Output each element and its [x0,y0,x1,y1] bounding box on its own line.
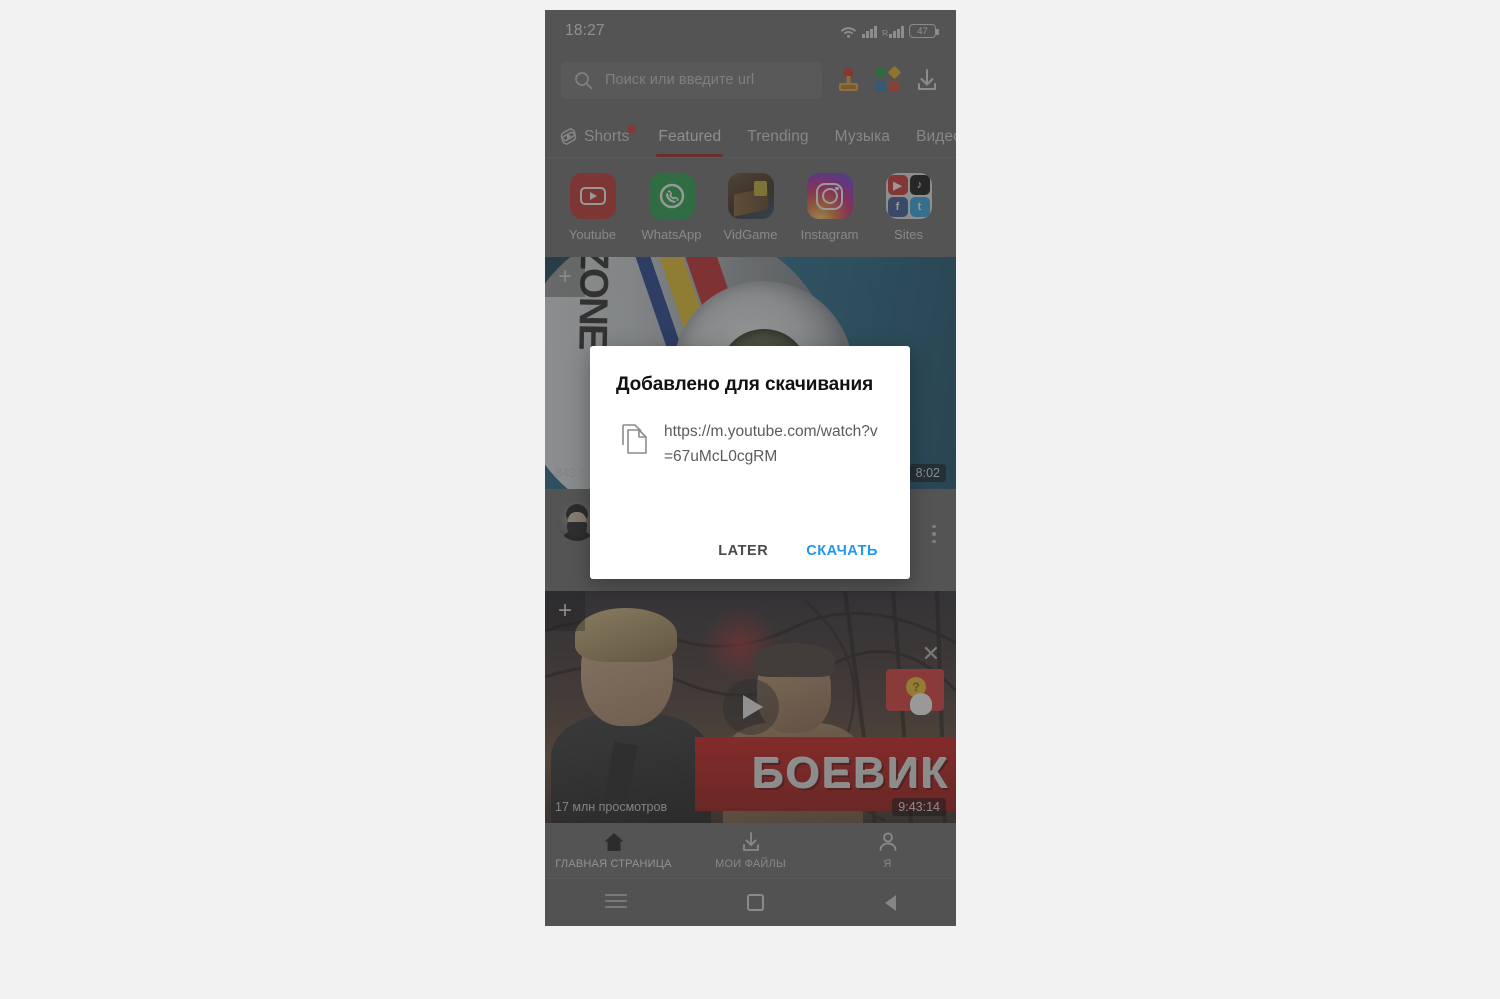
dialog-url: https://m.youtube.com/watch?v=67uMcL0cgR… [664,422,878,466]
dialog-title: Добавлено для скачивания [616,374,874,395]
download-button[interactable]: СКАЧАТЬ [806,543,878,559]
later-button[interactable]: LATER [718,543,768,559]
dialog-actions: LATER СКАЧАТЬ [616,543,884,579]
page-root: 18:27 R 47 [0,0,1500,999]
dialog-body: https://m.youtube.com/watch?v=67uMcL0cgR… [616,419,884,469]
copy-file-icon [620,423,650,455]
download-dialog: Добавлено для скачивания https://m.youtu… [590,346,910,579]
